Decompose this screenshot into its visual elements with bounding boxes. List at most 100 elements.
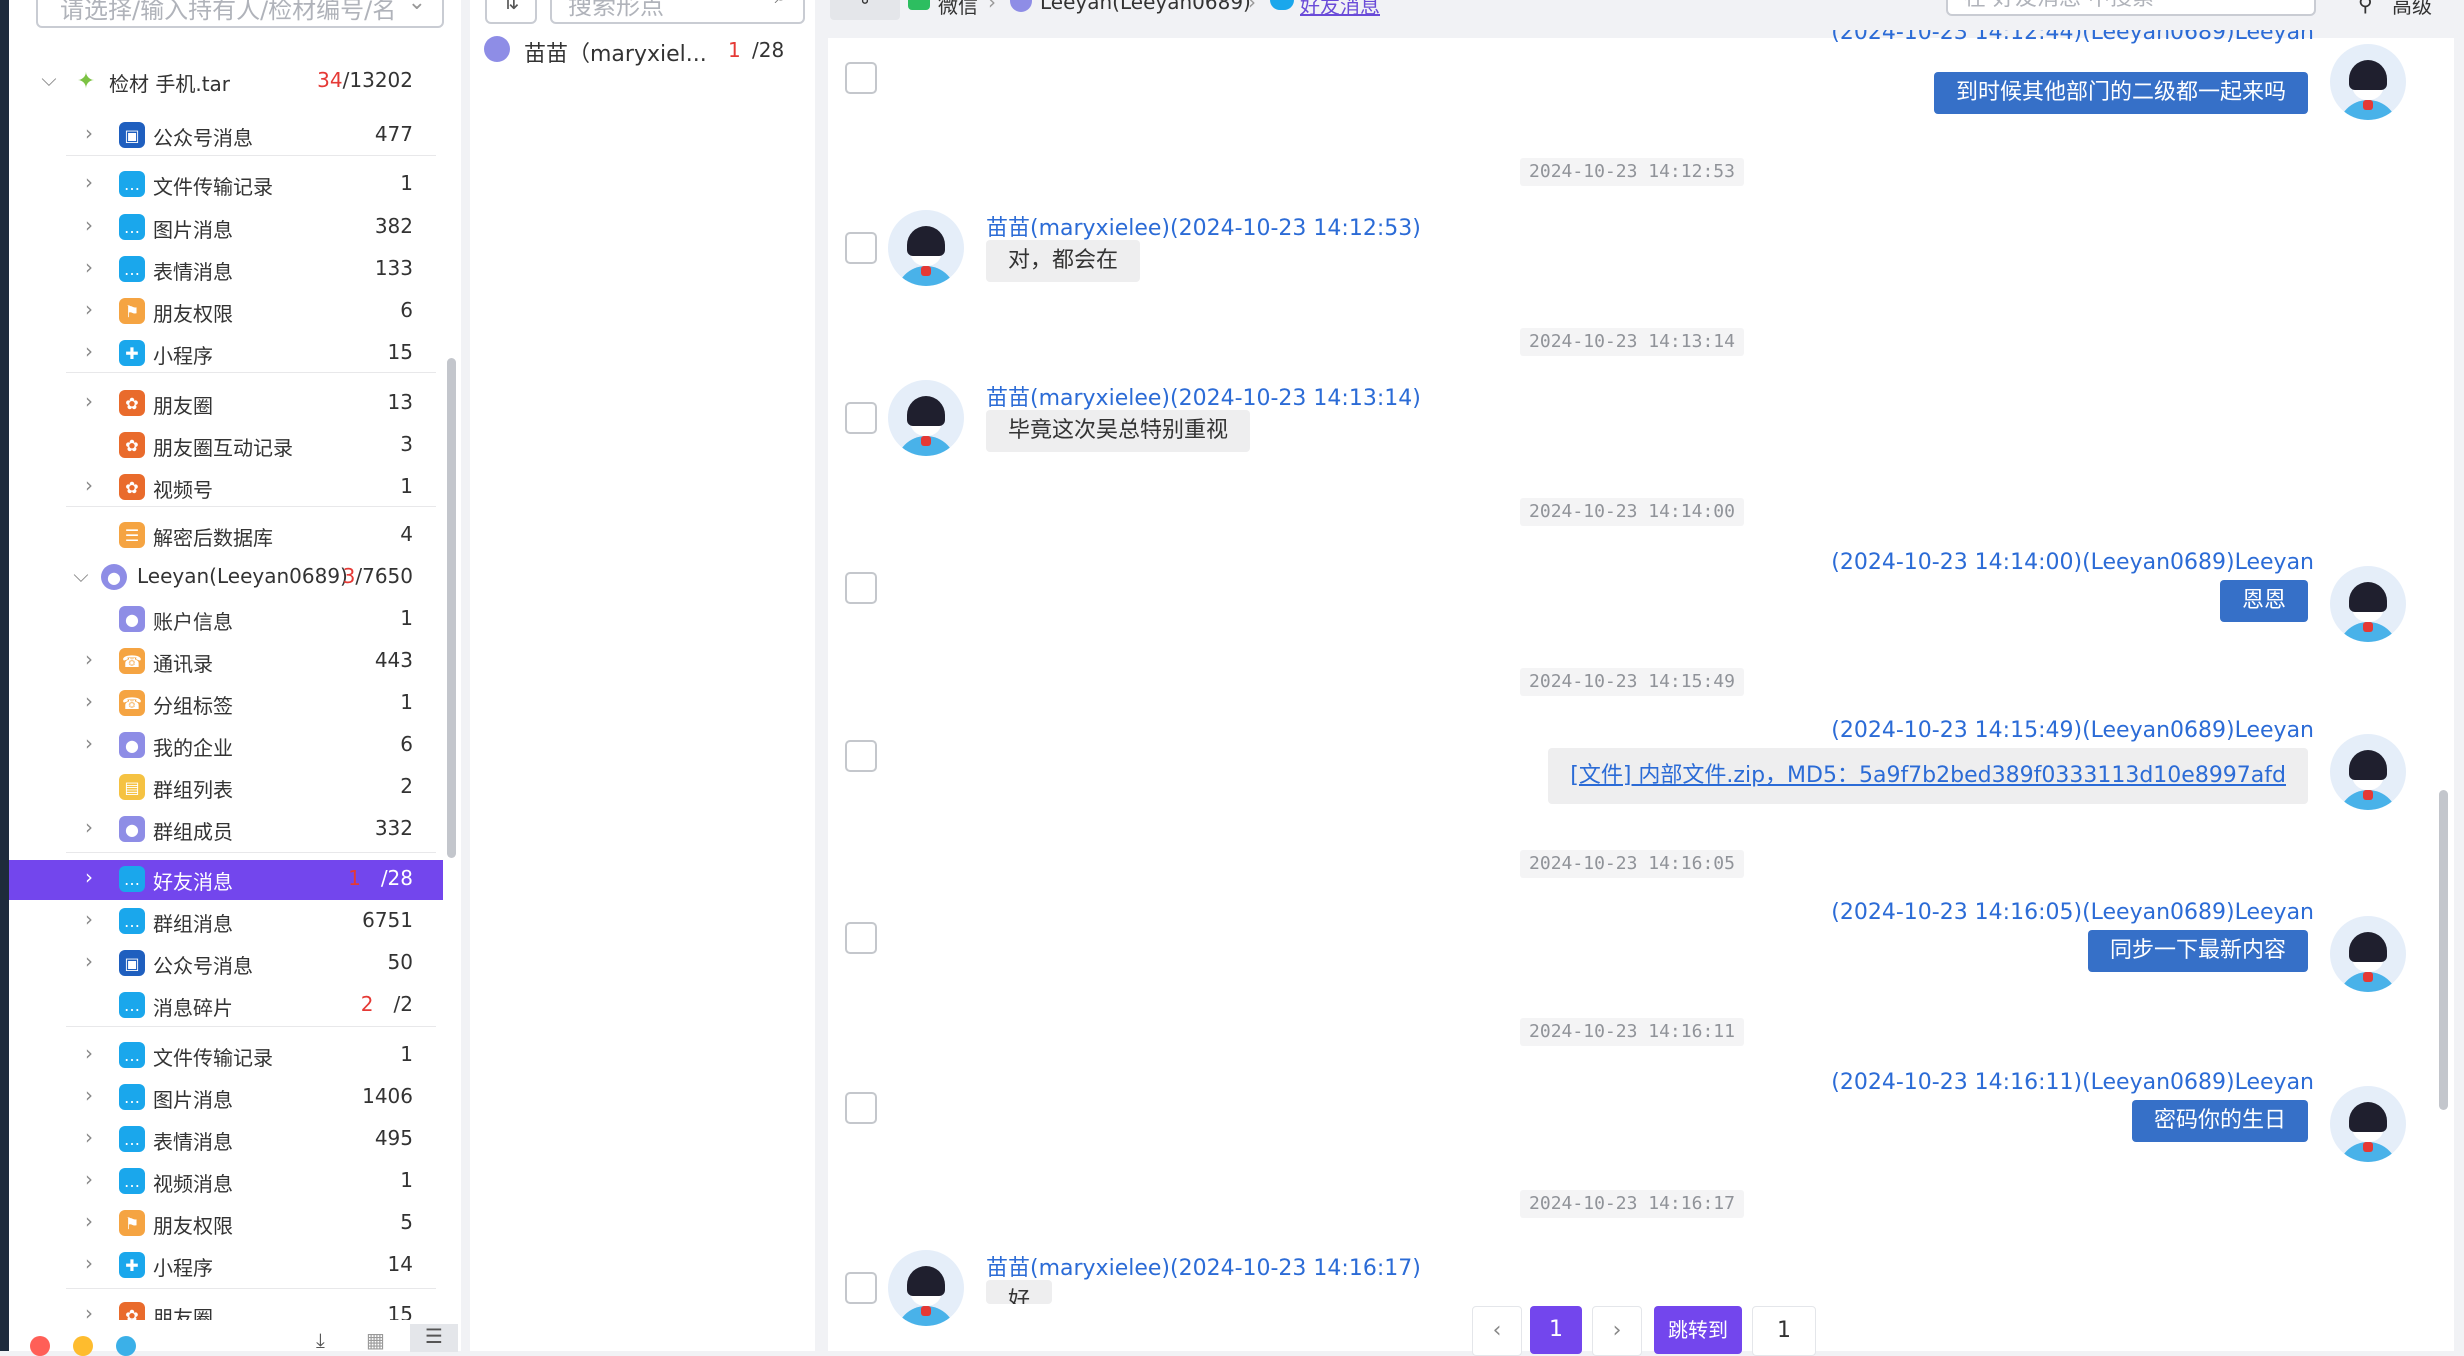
advanced-search-button[interactable]: 高级 — [2392, 0, 2432, 19]
chevron-down-icon[interactable]: ⌵ — [71, 563, 91, 587]
tree-item[interactable]: › ✚ 小程序 14 — [9, 1246, 443, 1286]
message-search-input[interactable]: 在 好友消息 中搜索 — [1964, 0, 2154, 12]
chevron-right-icon[interactable]: › — [79, 689, 99, 713]
tree-item-count: 4 — [400, 522, 413, 546]
message-checkbox[interactable] — [845, 232, 877, 264]
tree-item[interactable]: › … 图片消息 1406 — [9, 1078, 443, 1118]
chevron-right-icon[interactable]: › — [79, 731, 99, 755]
chevron-right-icon[interactable]: › — [79, 865, 99, 889]
chat-bubble-icon: … — [119, 992, 145, 1018]
chevron-right-icon[interactable]: › — [79, 389, 99, 413]
tree-item[interactable]: › ✿ 朋友圈 13 — [9, 384, 443, 424]
chevron-right-icon[interactable]: › — [79, 1209, 99, 1233]
tree-item[interactable]: › ☎ 分组标签 1 — [9, 684, 443, 724]
tree-item[interactable]: › … 文件传输记录 1 — [9, 1036, 443, 1076]
chevron-right-icon[interactable]: › — [79, 1167, 99, 1191]
zoom-dot[interactable] — [116, 1336, 136, 1356]
message-bubble[interactable]: 毕竟这次吴总特别重视 — [986, 410, 1251, 452]
chevron-right-icon[interactable]: › — [79, 1041, 99, 1065]
tree-item-label: 图片消息 — [153, 1088, 233, 1112]
chevron-right-icon[interactable]: › — [79, 815, 99, 839]
tree-item[interactable]: › ✿ 视频号 1 — [9, 468, 443, 508]
chat-bubble-icon: … — [119, 1126, 145, 1152]
pager-current-page[interactable]: 1 — [1530, 1306, 1582, 1354]
grid-view-icon[interactable]: ▦ — [366, 1328, 385, 1352]
search-icon[interactable]: ⌕ — [2288, 0, 2300, 3]
chevron-right-icon[interactable]: › — [79, 907, 99, 931]
chevron-right-icon[interactable]: › — [79, 297, 99, 321]
download-icon[interactable]: ⤓ — [316, 1328, 325, 1352]
message-checkbox[interactable] — [845, 740, 877, 772]
message-bubble[interactable]: 对，都会在 — [986, 240, 1141, 282]
holder-select[interactable]: 请选择/输入持有人/检材编号/名 ⌄ — [36, 0, 444, 28]
tree-account[interactable]: ⌵ ● Leeyan(Leeyan0689) 3/7650 — [9, 558, 443, 598]
conversation-search-input[interactable]: 搜索形点 — [568, 0, 664, 21]
chevron-right-icon[interactable]: › — [79, 647, 99, 671]
message-bubble[interactable]: 同步一下最新内容 — [2087, 930, 2308, 972]
tree-item[interactable]: › … 图片消息 382 — [9, 208, 443, 248]
tree-scrollbar[interactable] — [447, 358, 456, 858]
list-view-icon[interactable]: ☰ — [410, 1324, 458, 1352]
tree-item[interactable]: › ● 群组成员 332 — [9, 810, 443, 850]
message-checkbox[interactable] — [845, 62, 877, 94]
sort-button[interactable]: ⇅ — [485, 0, 537, 24]
message-bubble[interactable]: 好 — [986, 1280, 1053, 1304]
chevron-right-icon[interactable]: › — [79, 339, 99, 363]
tree-item[interactable]: › ☎ 通讯录 443 — [9, 642, 443, 682]
conversation-item[interactable]: 苗苗（maryxiel... 1 /28 — [478, 32, 808, 72]
tree-item[interactable]: › ▣ 公众号消息 50 — [9, 944, 443, 984]
tree-item[interactable]: › ✚ 小程序 15 — [9, 334, 443, 374]
tree-item[interactable]: › … 群组消息 6751 — [9, 902, 443, 942]
tree-item[interactable]: › ● 我的企业 6 — [9, 726, 443, 766]
message-checkbox[interactable] — [845, 1272, 877, 1304]
chat-scrollbar[interactable] — [2439, 790, 2448, 1110]
chevron-right-icon[interactable]: › — [79, 1251, 99, 1275]
tree-item[interactable]: › … 表情消息 495 — [9, 1120, 443, 1160]
tree-item-label: 朋友权限 — [153, 1214, 233, 1238]
tree-root[interactable]: ⌵ ✦ 检材 手机.tar 34/13202 — [9, 62, 443, 102]
chevron-right-icon[interactable]: › — [79, 213, 99, 237]
breadcrumb-wechat[interactable]: 微信 — [938, 0, 978, 19]
pager-next-button[interactable]: › — [1592, 1306, 1642, 1356]
chevron-right-icon[interactable]: › — [79, 949, 99, 973]
chevron-right-icon[interactable]: › — [79, 121, 99, 145]
search-icon[interactable]: ⌕ — [775, 0, 787, 9]
pager-prev-button[interactable]: ‹ — [1472, 1306, 1522, 1356]
message-checkbox[interactable] — [845, 922, 877, 954]
chevron-right-icon[interactable]: › — [79, 473, 99, 497]
tree-item[interactable]: › ▣ 公众号消息 477 — [9, 116, 443, 156]
pager-jump-input[interactable]: 1 — [1752, 1306, 1816, 1356]
breadcrumb-account[interactable]: Leeyan(Leeyan0689) — [1040, 0, 1251, 14]
message-bubble[interactable]: 密码你的生日 — [2131, 1100, 2308, 1142]
tree-item[interactable]: › ⚑ 朋友权限 5 — [9, 1204, 443, 1244]
pager-jump-button[interactable]: 跳转到 — [1654, 1306, 1742, 1354]
close-dot[interactable] — [30, 1336, 50, 1356]
chevron-right-icon[interactable]: › — [79, 255, 99, 279]
tree-item[interactable]: › … 表情消息 133 — [9, 250, 443, 290]
message-bubble[interactable]: 到时候其他部门的二级都一起来吗 — [1933, 72, 2308, 114]
tree-item[interactable]: › … 文件传输记录 1 — [9, 165, 443, 205]
tree-item[interactable]: › … 好友消息 1/28 — [9, 860, 443, 900]
tree-item[interactable]: ☰ 解密后数据库 4 — [9, 516, 443, 556]
message-checkbox[interactable] — [845, 402, 877, 434]
message-checkbox[interactable] — [845, 1092, 877, 1124]
file-link[interactable]: [文件] 内部文件.zip，MD5：5a9f7b2bed389f0333113d… — [1548, 748, 2308, 804]
tree-item[interactable]: ▤ 群组列表 2 — [9, 768, 443, 808]
message-search[interactable]: 在 好友消息 中搜索 ⌕ — [1946, 0, 2316, 16]
message-bubble[interactable]: 恩恩 — [2219, 580, 2308, 622]
tree-item[interactable]: ✿ 朋友圈互动记录 3 — [9, 426, 443, 466]
tree-item[interactable]: › … 视频消息 1 — [9, 1162, 443, 1202]
chevron-right-icon[interactable]: › — [79, 170, 99, 194]
advanced-search-icon[interactable]: ⚲ — [2358, 0, 2373, 16]
key-icon[interactable]: ⚷ — [830, 0, 900, 20]
tree-item[interactable]: › ⚑ 朋友权限 6 — [9, 292, 443, 332]
minimize-dot[interactable] — [73, 1336, 93, 1356]
chevron-right-icon[interactable]: › — [79, 1125, 99, 1149]
chevron-down-icon[interactable]: ⌵ — [39, 67, 59, 91]
tree-item[interactable]: … 消息碎片 2/2 — [9, 986, 443, 1026]
conversation-search[interactable]: 搜索形点 ⌕ — [550, 0, 805, 24]
message-checkbox[interactable] — [845, 572, 877, 604]
chevron-right-icon[interactable]: › — [79, 1083, 99, 1107]
tree-item[interactable]: ● 账户信息 1 — [9, 600, 443, 640]
breadcrumb-friend-messages[interactable]: 好友消息 — [1300, 0, 1380, 19]
